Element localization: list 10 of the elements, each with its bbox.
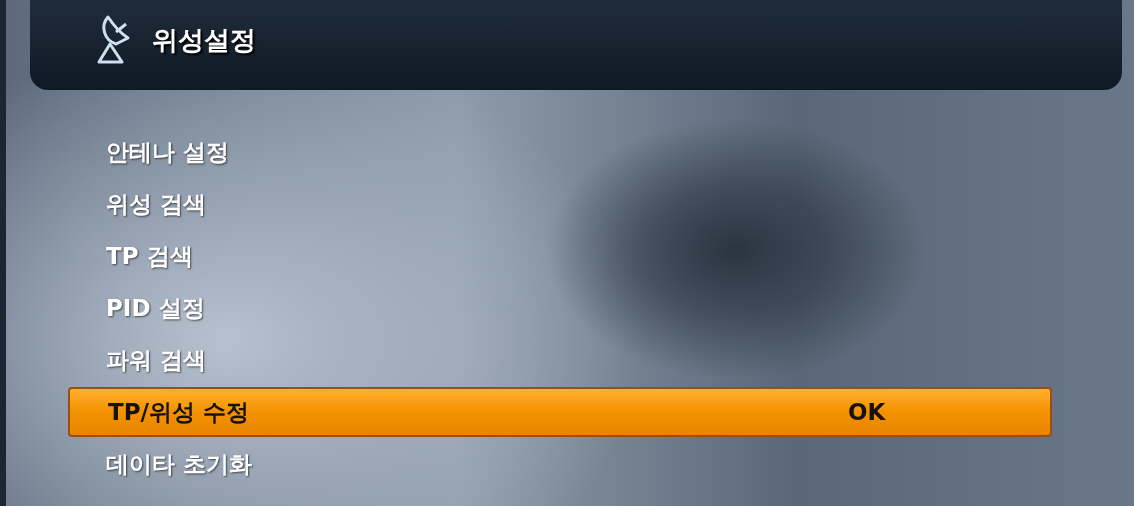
menu-item[interactable]: 데이타 초기화 [68,438,1052,490]
menu-item[interactable]: 안테나 설정 [68,126,1052,178]
satellite-dish-icon [96,14,132,66]
menu-item[interactable]: PID 설정 [68,282,1052,334]
screen-title: 위성설정 [152,23,256,57]
menu-item[interactable]: 파워 검색 [68,334,1052,386]
ok-hint: OK [848,399,886,425]
menu-item[interactable]: TP 검색 [68,230,1052,282]
menu-item[interactable]: TP/위성 수정 OK [68,387,1052,437]
menu-item[interactable]: 위성 검색 [68,178,1052,230]
